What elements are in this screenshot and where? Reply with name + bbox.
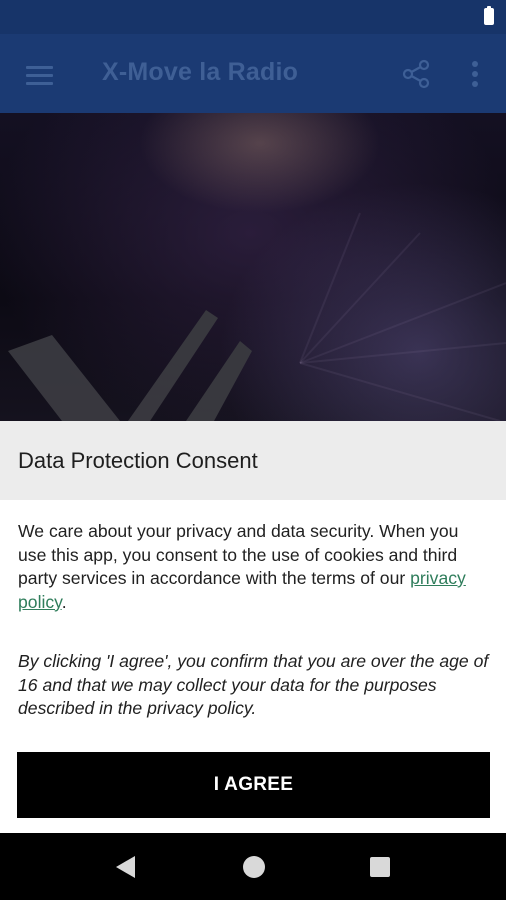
home-circle-icon[interactable]	[243, 856, 265, 878]
agree-button[interactable]: I AGREE	[17, 752, 490, 818]
app-screen: X-Move la Radio Data Protection Consent …	[0, 0, 506, 900]
status-bar	[0, 0, 506, 34]
consent-body-text-end: .	[61, 591, 67, 612]
consent-title: Data Protection Consent	[18, 448, 258, 473]
hamburger-menu-icon[interactable]	[18, 60, 62, 90]
back-triangle-icon[interactable]	[115, 855, 137, 879]
consent-body-text-start: We care about your privacy and data secu…	[18, 521, 459, 588]
app-bar: X-Move la Radio	[0, 34, 506, 113]
consent-header: Data Protection Consent	[0, 421, 506, 500]
age-notice-text: By clicking 'I agree', you confirm that …	[18, 651, 489, 718]
battery-icon	[484, 6, 494, 25]
app-title: X-Move la Radio	[102, 58, 299, 86]
more-vert-icon[interactable]	[461, 58, 489, 90]
recents-square-icon[interactable]	[370, 857, 390, 877]
station-logo-graphic	[8, 212, 506, 421]
system-navigation-bar	[0, 833, 506, 900]
hero-image	[0, 113, 506, 421]
consent-body-text: We care about your privacy and data secu…	[18, 520, 490, 614]
consent-dialog: Data Protection Consent We care about yo…	[0, 421, 506, 833]
share-icon[interactable]	[400, 58, 432, 90]
